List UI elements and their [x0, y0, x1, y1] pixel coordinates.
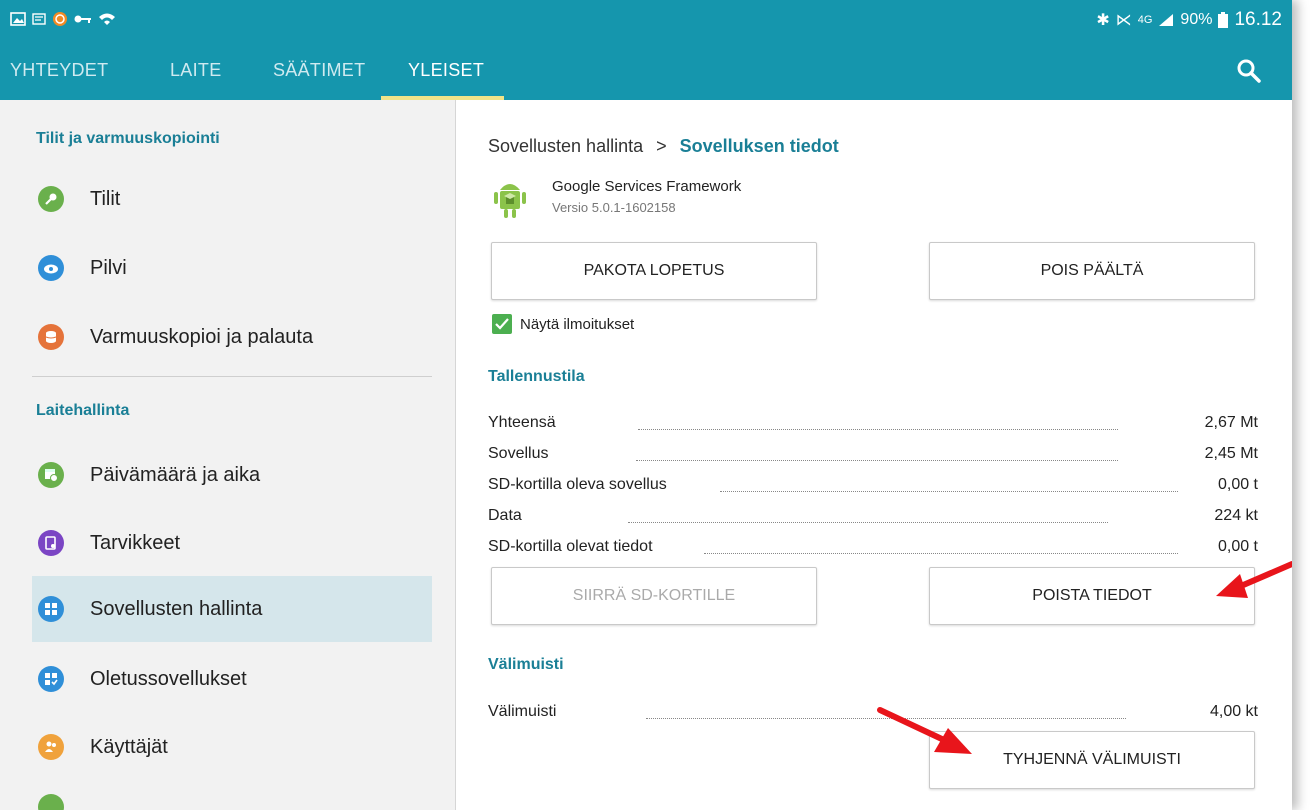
dot-leader [720, 491, 1178, 492]
sidebar-item-cloud[interactable]: Pilvi [32, 235, 432, 301]
vibrate-icon: ⋉ [1115, 12, 1132, 29]
disable-button[interactable]: POIS PÄÄLTÄ [929, 242, 1255, 300]
default-apps-icon [38, 666, 64, 692]
alarm-icon [53, 12, 67, 26]
signal-icon [1159, 14, 1174, 26]
sidebar-item-application-manager[interactable]: Sovellusten hallinta [32, 576, 432, 642]
storage-row-label: SD-kortilla oleva sovellus [488, 476, 667, 493]
calendar-clock-icon [38, 462, 64, 488]
sidebar-item-label: Käyttäjät [90, 735, 168, 758]
sidebar-item-backup[interactable]: Varmuuskopioi ja palauta [32, 304, 432, 370]
breadcrumb-current: Sovelluksen tiedot [679, 136, 839, 156]
key-icon [38, 186, 64, 212]
annotation-arrow-clear-cache [877, 707, 972, 754]
sidebar-item-users[interactable]: Käyttäjät [32, 714, 432, 780]
database-icon [38, 324, 64, 350]
dot-leader [704, 553, 1178, 554]
key-icon [74, 15, 91, 23]
android-app-icon [494, 184, 526, 218]
storage-row-value: 0,00 t [1217, 538, 1258, 555]
sidebar-item-accounts[interactable]: Tilit [32, 166, 432, 232]
cache-section-title: Välimuisti [488, 656, 564, 673]
status-icons-left [10, 11, 116, 27]
notifications-checkbox[interactable] [492, 314, 512, 334]
wifi-icon [99, 13, 115, 25]
settings-sidebar: Tilit ja varmuuskopiointi Tilit Pilvi Va… [0, 100, 456, 810]
storage-row-label: SD-kortilla olevat tiedot [488, 538, 653, 555]
force-stop-button[interactable]: PAKOTA LOPETUS [491, 242, 817, 300]
partial-sidebar-icon [38, 794, 64, 810]
storage-row-sd-data: SD-kortilla olevat tiedot 0,00 t [488, 538, 1258, 560]
dot-leader [628, 522, 1108, 523]
cache-row-label: Välimuisti [488, 703, 557, 720]
sidebar-item-label: Tarvikkeet [90, 531, 181, 554]
battery-icon [1218, 12, 1229, 28]
annotation-arrow-clear-data [1216, 561, 1292, 598]
breadcrumb: Sovellusten hallinta > Sovelluksen tiedo… [488, 136, 839, 157]
sidebar-item-date-time[interactable]: Päivämäärä ja aika [32, 442, 432, 508]
cache-row-value: 4,00 kt [1209, 703, 1258, 720]
status-bar: ✱ ⋉ 4G 90% 16.12 [0, 0, 1292, 40]
storage-row-value: 2,45 Mt [1204, 445, 1258, 462]
sidebar-divider [32, 376, 432, 377]
app-version: Versio 5.0.1-1602158 [552, 200, 676, 215]
storage-row-application: Sovellus 2,45 Mt [488, 445, 1258, 467]
sidebar-item-label: Tilit [90, 187, 121, 210]
accessories-icon [38, 530, 64, 556]
dot-leader [638, 429, 1118, 430]
tab-connections[interactable]: YHTEYDET [10, 60, 108, 81]
sidebar-item-default-applications[interactable]: Oletussovellukset [32, 646, 432, 712]
breadcrumb-parent[interactable]: Sovellusten hallinta [488, 136, 643, 156]
storage-row-value: 2,67 Mt [1204, 414, 1258, 431]
move-to-sd-button[interactable]: SIIRRÄ SD-KORTILLE [491, 567, 817, 625]
storage-section-title: Tallennustila [488, 368, 585, 385]
sidebar-item-label: Oletussovellukset [90, 667, 247, 690]
cloud-icon [38, 255, 64, 281]
screen-frame: ✱ ⋉ 4G 90% 16.12 YHTEYDET LAITE SÄÄTIMET… [0, 0, 1292, 810]
sidebar-item-accessories[interactable]: Tarvikkeet [32, 510, 432, 576]
gallery-icon [10, 12, 26, 26]
storage-row-data: Data 224 kt [488, 507, 1258, 529]
message-icon [32, 13, 46, 25]
storage-row-label: Sovellus [488, 445, 549, 462]
clear-data-button[interactable]: POISTA TIEDOT [929, 567, 1255, 625]
notifications-label: Näytä ilmoitukset [520, 316, 635, 333]
battery-percent: 90% [1180, 11, 1213, 28]
section-header-accounts: Tilit ja varmuuskopiointi [36, 130, 220, 147]
sidebar-item-label: Sovellusten hallinta [90, 597, 263, 620]
clock: 16.12 [1234, 9, 1282, 30]
settings-tab-bar: YHTEYDET LAITE SÄÄTIMET YLEISET [0, 40, 1292, 100]
apps-grid-icon [38, 596, 64, 622]
users-icon [38, 734, 64, 760]
sidebar-item-label: Varmuuskopioi ja palauta [90, 325, 314, 348]
tab-controls[interactable]: SÄÄTIMET [273, 60, 365, 81]
status-icons-right: ✱ ⋉ 4G 90% 16.12 [1096, 9, 1282, 31]
storage-row-sd-application: SD-kortilla oleva sovellus 0,00 t [488, 476, 1258, 498]
dot-leader [636, 460, 1118, 461]
app-name: Google Services Framework [552, 178, 742, 195]
storage-row-label: Yhteensä [488, 414, 556, 431]
sidebar-item-label: Pilvi [90, 256, 127, 279]
network-type: 4G [1137, 14, 1153, 26]
tab-general[interactable]: YLEISET [408, 60, 484, 81]
section-header-device-management: Laitehallinta [36, 402, 130, 419]
tab-device[interactable]: LAITE [170, 60, 222, 81]
storage-row-total: Yhteensä 2,67 Mt [488, 414, 1258, 436]
bluetooth-icon: ✱ [1096, 12, 1110, 29]
breadcrumb-separator: > [656, 136, 667, 156]
storage-row-value: 224 kt [1214, 507, 1258, 524]
search-icon[interactable] [1236, 58, 1262, 84]
sidebar-item-label: Päivämäärä ja aika [90, 463, 261, 486]
storage-row-value: 0,00 t [1217, 476, 1258, 493]
storage-row-label: Data [488, 507, 522, 524]
